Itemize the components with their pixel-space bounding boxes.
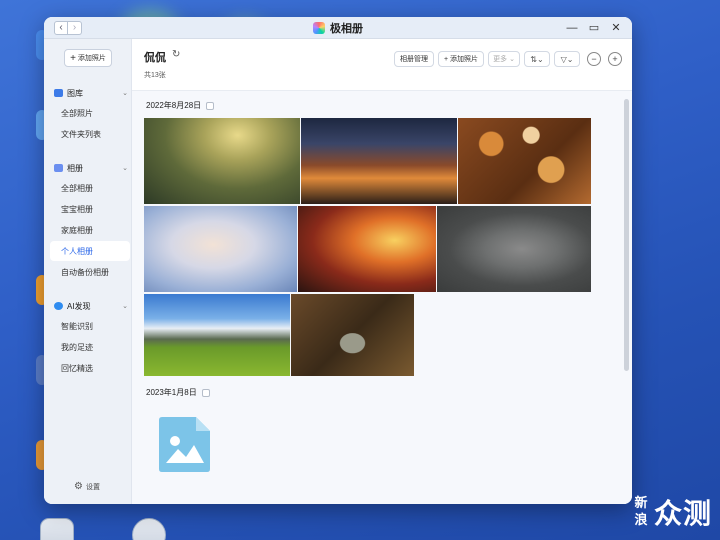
photo-count: 共13张 bbox=[144, 72, 166, 79]
dock-icon-disk[interactable] bbox=[40, 518, 74, 540]
filter-button[interactable]: ▽⌄ bbox=[554, 51, 580, 67]
sidebar-item-folder-list[interactable]: 文件夹列表 bbox=[50, 124, 130, 144]
sidebar-add-photo-button[interactable]: + 添加照片 bbox=[64, 49, 112, 67]
vertical-scrollbar[interactable] bbox=[624, 99, 629, 371]
photo-forest[interactable] bbox=[144, 118, 300, 204]
app-logo-icon bbox=[313, 22, 325, 34]
zoom-out-icon[interactable]: − bbox=[587, 52, 601, 66]
sidebar-item-my-footprints[interactable]: 我的足迹 bbox=[50, 337, 130, 357]
chevron-down-icon: ⌄ bbox=[122, 303, 128, 310]
gear-icon: ⚙ bbox=[74, 481, 83, 492]
image-icon bbox=[54, 89, 63, 97]
zoom-in-icon[interactable]: + bbox=[608, 52, 622, 66]
settings-label: 设置 bbox=[85, 483, 100, 491]
chevron-down-icon: ⌄ bbox=[509, 56, 515, 63]
filter-icon: ▽⌄ bbox=[560, 54, 574, 64]
watermark-square: 新浪 bbox=[634, 495, 648, 527]
section-header-ai[interactable]: AI发现 ⌄ bbox=[54, 299, 132, 313]
sidebar-item-all-albums[interactable]: 全部相册 bbox=[50, 178, 130, 198]
photo-app-window: ‹ › 极相册 — ▭ ✕ + 添加照片 图库 ⌄ 全部照片 文件夹列表 相册 … bbox=[44, 17, 632, 504]
refresh-icon[interactable]: ↻ bbox=[172, 49, 180, 60]
date-group-header: 2022年8月28日 bbox=[146, 100, 215, 111]
sidebar-item-memories[interactable]: 回忆精选 bbox=[50, 358, 130, 378]
chevron-down-icon: ⌄ bbox=[122, 90, 128, 97]
sidebar-item-baby-album[interactable]: 宝宝相册 bbox=[50, 199, 130, 219]
more-label: 更多 bbox=[493, 56, 508, 63]
plus-icon: + bbox=[70, 52, 76, 64]
section-label: 图库 bbox=[67, 88, 83, 98]
sort-icon: ⇅⌄ bbox=[530, 54, 544, 64]
sidebar-item-family-album[interactable]: 家庭相册 bbox=[50, 220, 130, 240]
main-content: 侃侃 ↻ 共13张 相册管理 + 添加照片 更多 ⌄ ⇅⌄ ▽⌄ − + 202… bbox=[132, 39, 632, 504]
album-manage-button[interactable]: 相册管理 bbox=[394, 51, 434, 67]
photo-swordswoman[interactable] bbox=[144, 206, 297, 292]
more-button[interactable]: 更多 ⌄ bbox=[488, 51, 520, 67]
add-photo-button[interactable]: + 添加照片 bbox=[438, 51, 484, 67]
photo-winding-road[interactable] bbox=[291, 294, 414, 376]
album-manage-label: 相册管理 bbox=[400, 56, 428, 63]
section-label: AI发现 bbox=[67, 301, 91, 311]
section-label: 相册 bbox=[67, 163, 83, 173]
group-date: 2022年8月28日 bbox=[146, 101, 202, 110]
sidebar-add-photo-label: 添加照片 bbox=[77, 55, 106, 62]
chevron-down-icon: ⌄ bbox=[122, 165, 128, 172]
minimize-icon[interactable]: — bbox=[566, 20, 578, 36]
photo-grassland[interactable] bbox=[144, 294, 290, 376]
section-header-gallery[interactable]: 图库 ⌄ bbox=[54, 86, 132, 100]
sort-button[interactable]: ⇅⌄ bbox=[524, 51, 550, 67]
section-header-albums[interactable]: 相册 ⌄ bbox=[54, 161, 132, 175]
group-select-checkbox[interactable] bbox=[201, 388, 210, 397]
titlebar: ‹ › 极相册 — ▭ ✕ bbox=[44, 17, 632, 39]
close-icon[interactable]: ✕ bbox=[610, 20, 622, 36]
album-title: 侃侃 bbox=[144, 52, 166, 64]
sidebar-item-personal-album[interactable]: 个人相册 bbox=[50, 241, 130, 261]
plus-icon: + bbox=[443, 55, 449, 63]
add-photo-label: 添加照片 bbox=[450, 56, 479, 63]
photo-witcher[interactable] bbox=[437, 206, 591, 292]
sidebar-item-all-photos[interactable]: 全部照片 bbox=[50, 103, 130, 123]
album-icon bbox=[54, 164, 63, 172]
photo-cookies[interactable] bbox=[458, 118, 591, 204]
date-group-header: 2023年1月8日 bbox=[146, 387, 210, 398]
photo-anime-fire[interactable] bbox=[298, 206, 436, 292]
settings-button[interactable]: ⚙ 设置 bbox=[74, 481, 100, 492]
photo-city-night[interactable] bbox=[301, 118, 457, 204]
maximize-icon[interactable]: ▭ bbox=[588, 20, 600, 36]
sidebar: + 添加照片 图库 ⌄ 全部照片 文件夹列表 相册 ⌄ 全部相册 宝宝相册 家庭… bbox=[44, 39, 132, 504]
ai-icon bbox=[54, 302, 63, 310]
image-placeholder-icon[interactable] bbox=[158, 415, 212, 473]
window-title-group: 极相册 bbox=[44, 17, 632, 39]
sidebar-item-auto-backup-album[interactable]: 自动备份相册 bbox=[50, 262, 130, 282]
window-title: 极相册 bbox=[330, 23, 363, 35]
sidebar-item-smart-recognition[interactable]: 智能识别 bbox=[50, 316, 130, 336]
dock-icon-settings[interactable] bbox=[132, 518, 166, 540]
group-date: 2023年1月8日 bbox=[146, 388, 197, 397]
watermark-text: 众测 bbox=[653, 498, 712, 529]
window-controls: — ▭ ✕ bbox=[566, 20, 622, 36]
watermark: 新浪 众测 bbox=[632, 492, 712, 532]
album-header: 侃侃 ↻ 共13张 相册管理 + 添加照片 更多 ⌄ ⇅⌄ ▽⌄ − + bbox=[132, 39, 632, 91]
group-select-checkbox[interactable] bbox=[206, 101, 215, 110]
